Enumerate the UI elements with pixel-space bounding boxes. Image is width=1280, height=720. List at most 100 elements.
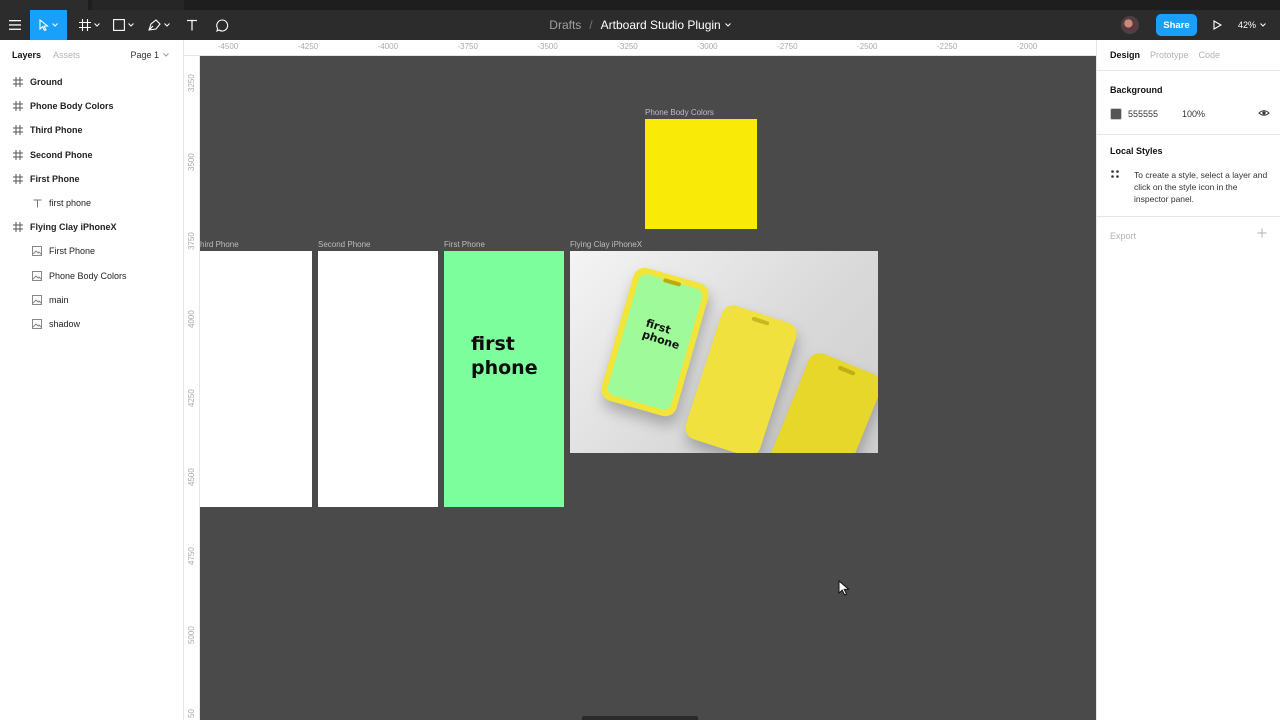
tab-prototype[interactable]: Prototype xyxy=(1150,50,1189,60)
artboard-flying-clay-iphonex[interactable]: first phone xyxy=(570,251,878,453)
horizontal-ruler: -4500 -4250 -4000 -3750 -3500 -3250 -3000 -2750… xyxy=(184,40,1096,56)
shape-tool-button[interactable] xyxy=(108,10,138,40)
ruler-tick-label: 4750 xyxy=(187,547,196,565)
ruler-tick-label: -2000 xyxy=(1016,42,1038,51)
layer-item[interactable]: first phone xyxy=(0,191,184,215)
text-t-icon xyxy=(187,19,197,31)
artboard-label-phone-body-colors[interactable]: Phone Body Colors xyxy=(645,108,714,117)
image-icon xyxy=(32,294,42,305)
artboard-label-flying-clay[interactable]: Flying Clay iPhoneX xyxy=(570,240,642,249)
share-button[interactable]: Share xyxy=(1156,14,1197,36)
chevron-down-icon xyxy=(52,23,58,27)
comment-tool-button[interactable] xyxy=(210,10,234,40)
page-selector-label: Page 1 xyxy=(130,50,159,60)
background-hex-value[interactable]: 555555 xyxy=(1128,109,1182,119)
browser-tab[interactable] xyxy=(0,0,88,10)
chevron-down-icon[interactable] xyxy=(724,23,731,27)
ruler-tick-label: 4500 xyxy=(187,468,196,486)
divider xyxy=(1097,70,1280,71)
layer-item-label: Phone Body Colors xyxy=(49,270,127,281)
layer-type-icon xyxy=(12,76,24,88)
canvas-horizontal-scrollbar[interactable] xyxy=(582,716,698,720)
tab-code[interactable]: Code xyxy=(1199,50,1221,60)
background-opacity-value[interactable]: 100% xyxy=(1182,109,1222,119)
ruler-tick-label: 4250 xyxy=(187,389,196,407)
phone-notch xyxy=(837,365,856,376)
text-t-icon xyxy=(33,199,41,207)
first-phone-text[interactable]: first phone xyxy=(471,332,538,380)
artboard-third-phone[interactable] xyxy=(200,251,312,507)
layer-item[interactable]: Flying Clay iPhoneX xyxy=(0,215,184,239)
file-name[interactable]: Artboard Studio Plugin xyxy=(601,18,721,32)
image-icon xyxy=(32,319,42,329)
tab-design[interactable]: Design xyxy=(1110,50,1140,60)
layer-type-icon xyxy=(12,221,24,233)
text-tool-button[interactable] xyxy=(180,10,204,40)
ruler-tick-label: 5000 xyxy=(187,626,196,644)
zoom-control[interactable]: 42% xyxy=(1238,10,1266,40)
ruler-tick-label: -3250 xyxy=(617,42,638,51)
artboard-phone-body-colors[interactable] xyxy=(645,119,757,229)
image-icon xyxy=(32,246,42,257)
layer-type-icon xyxy=(31,318,43,330)
breadcrumb-separator: / xyxy=(589,18,593,32)
comment-bubble-icon xyxy=(215,18,228,32)
ruler-tick-label: -4250 xyxy=(297,42,319,51)
canvas[interactable]: Phone Body Colors hird Phone Second Phon… xyxy=(200,56,1096,720)
tab-assets[interactable]: Assets xyxy=(53,50,80,60)
frame-hash-icon xyxy=(13,222,23,233)
ruler-tick-label: 3750 xyxy=(187,232,196,250)
layer-item-label: first phone xyxy=(49,198,92,208)
user-avatar[interactable] xyxy=(1121,16,1139,34)
layer-type-icon xyxy=(12,124,24,136)
local-styles-title: Local Styles xyxy=(1110,146,1163,156)
eye-visibility-icon[interactable] xyxy=(1258,107,1270,119)
artboard-second-phone[interactable] xyxy=(318,251,438,507)
background-section-title: Background xyxy=(1110,85,1163,95)
layer-item-label: Flying Clay iPhoneX xyxy=(30,222,117,233)
browser-tab[interactable] xyxy=(92,0,184,10)
layer-item[interactable]: Phone Body Colors xyxy=(0,264,184,288)
frame-hash-icon xyxy=(78,19,91,31)
frame-hash-icon xyxy=(13,125,23,136)
artboard-first-phone[interactable]: first phone xyxy=(444,251,564,507)
image-icon xyxy=(32,270,42,281)
present-button[interactable] xyxy=(1205,10,1229,40)
first-phone-text-line2: phone xyxy=(471,357,538,379)
ruler-tick-label: -2500 xyxy=(856,42,878,51)
first-phone-text-line1: first xyxy=(471,333,515,355)
frame-tool-button[interactable] xyxy=(74,10,104,40)
zoom-level: 42% xyxy=(1238,20,1257,30)
background-color-swatch[interactable] xyxy=(1110,108,1122,120)
artboard-label-first-phone[interactable]: First Phone xyxy=(444,240,485,249)
artboard-label-second-phone[interactable]: Second Phone xyxy=(318,240,371,249)
breadcrumb-drafts-link[interactable]: Drafts xyxy=(549,18,581,32)
play-icon xyxy=(1212,20,1222,30)
layer-item[interactable]: First Phone xyxy=(0,167,184,191)
tab-layers[interactable]: Layers xyxy=(12,50,41,60)
frame-hash-icon xyxy=(13,149,23,160)
layer-item[interactable]: Third Phone xyxy=(0,118,184,142)
ruler-tick-label: 3500 xyxy=(187,153,196,171)
mouse-cursor-icon xyxy=(838,580,850,596)
frame-hash-icon xyxy=(13,101,23,112)
layer-item[interactable]: main xyxy=(0,288,184,312)
plus-icon[interactable] xyxy=(1257,228,1267,238)
page-selector[interactable]: Page 1 xyxy=(130,40,169,70)
inspector-panel: Design Prototype Code Background 555555 … xyxy=(1096,40,1280,720)
ruler-tick-label: -2250 xyxy=(936,42,958,51)
toolbar: Drafts / Artboard Studio Plugin Share 42… xyxy=(0,10,1280,40)
layer-item[interactable]: Second Phone xyxy=(0,143,184,167)
layer-item[interactable]: First Phone xyxy=(0,239,184,263)
layer-item[interactable]: Ground xyxy=(0,70,184,94)
ruler-tick-label: -2750 xyxy=(777,42,798,51)
layer-item[interactable]: shadow xyxy=(0,312,184,336)
main-menu-button[interactable] xyxy=(0,10,30,40)
artboard-label-third-phone[interactable]: hird Phone xyxy=(200,240,239,249)
chevron-down-icon xyxy=(93,23,100,27)
ruler-tick-label: 50 xyxy=(187,709,196,718)
pen-tool-button[interactable] xyxy=(144,10,174,40)
layer-item[interactable]: Phone Body Colors xyxy=(0,94,184,118)
export-section-title: Export xyxy=(1110,231,1137,241)
move-tool-button[interactable] xyxy=(30,10,67,40)
